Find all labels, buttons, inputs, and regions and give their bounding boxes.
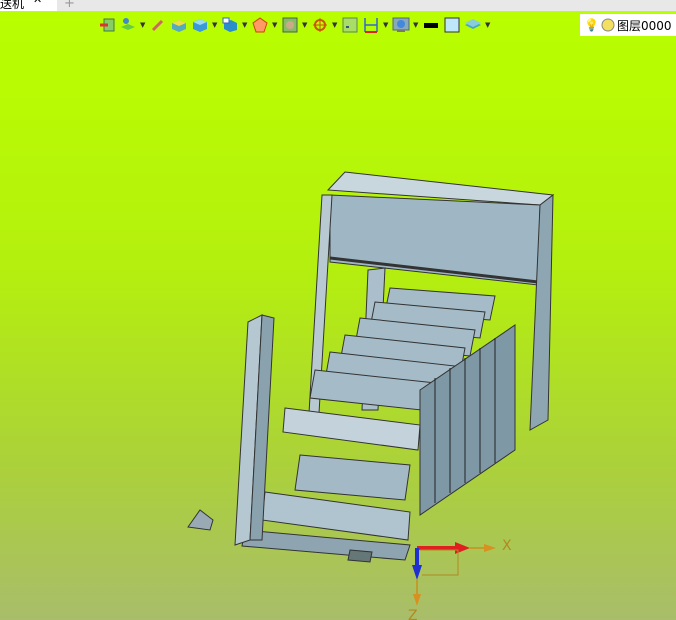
3d-viewport[interactable]: X Z: [0, 0, 676, 620]
axis-triad: X Z: [408, 538, 512, 620]
z-axis-label: Z: [408, 608, 418, 620]
x-axis-label: X: [502, 538, 512, 554]
machine-model: [187, 171, 555, 563]
